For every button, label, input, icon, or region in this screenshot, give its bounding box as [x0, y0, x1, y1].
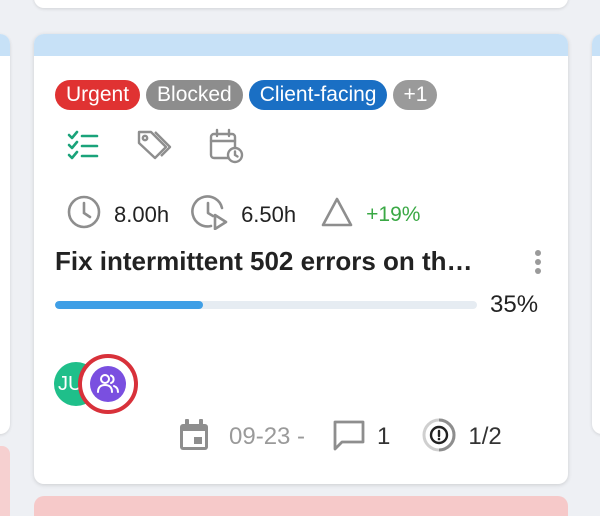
tag-list: Urgent Blocked Client-facing +1 — [55, 80, 438, 110]
due-date: 09-23 - — [229, 423, 306, 450]
tags-icon[interactable] — [136, 128, 172, 169]
card-color-strip — [34, 34, 568, 56]
assign-users-avatar[interactable] — [78, 354, 138, 414]
comment-icon[interactable] — [331, 418, 367, 457]
progress-bar — [55, 301, 477, 309]
tag-blocked[interactable]: Blocked — [146, 80, 243, 110]
assignees: JU — [54, 352, 144, 416]
task-card[interactable]: Urgent Blocked Client-facing +1 8.00h 6.… — [34, 34, 568, 484]
card-footer: 09-23 - 1 1/2 — [177, 418, 502, 457]
task-title[interactable]: Fix intermittent 502 errors on th… — [55, 246, 525, 277]
checklist-progress-icon[interactable] — [420, 416, 458, 459]
spent-time: 6.50h — [241, 201, 297, 227]
card-action-icons — [66, 128, 244, 169]
adjacent-card-left — [0, 34, 10, 434]
tag-urgent[interactable]: Urgent — [55, 80, 141, 110]
progress-percent: 35% — [490, 291, 539, 318]
tag-client-facing[interactable]: Client-facing — [248, 80, 388, 110]
comment-count: 1 — [377, 423, 391, 450]
calendar-clock-icon[interactable] — [208, 128, 244, 169]
progress-fill — [55, 301, 203, 309]
adjacent-card-right — [592, 34, 600, 434]
clock-icon — [66, 194, 102, 235]
time-tracking: 8.00h 6.50h +19% — [66, 194, 420, 235]
variance-triangle-icon — [320, 196, 354, 233]
adjacent-card-left-bottom — [0, 446, 10, 516]
adjacent-card-bottom — [34, 496, 568, 516]
estimated-time: 8.00h — [114, 201, 170, 227]
checklist-icon[interactable] — [66, 128, 100, 169]
more-options-icon[interactable] — [528, 248, 548, 278]
calendar-icon[interactable] — [177, 418, 211, 457]
checklist-count: 1/2 — [468, 423, 502, 450]
users-icon — [97, 374, 119, 393]
adjacent-card-top — [34, 0, 568, 8]
time-spent-icon — [191, 194, 229, 235]
tag-more[interactable]: +1 — [393, 80, 438, 110]
time-variance: +19% — [366, 202, 421, 226]
